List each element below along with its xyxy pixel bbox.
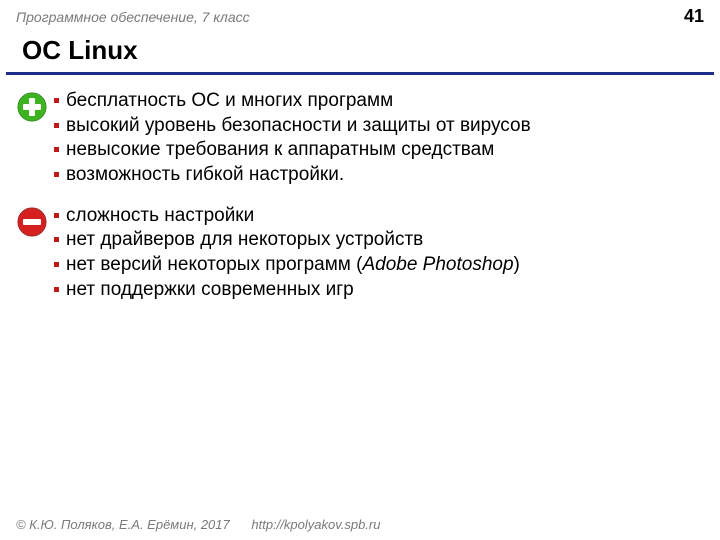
footer: © К.Ю. Поляков, Е.А. Ерёмин, 2017 http:/… bbox=[16, 517, 380, 532]
cons-block: сложность настройки нет драйверов для не… bbox=[0, 204, 720, 303]
footer-link: http://kpolyakov.spb.ru bbox=[251, 517, 380, 532]
list-item: сложность настройки bbox=[54, 204, 704, 229]
list-item: возможность гибкой настройки. bbox=[54, 163, 704, 188]
page-number: 41 bbox=[684, 6, 704, 27]
list-item: нет версий некоторых программ (Adobe Pho… bbox=[54, 253, 704, 278]
pros-list: бесплатность ОС и многих программ высоки… bbox=[54, 89, 704, 188]
cons-list: сложность настройки нет драйверов для не… bbox=[54, 204, 704, 303]
copyright: © К.Ю. Поляков, Е.А. Ерёмин, 2017 bbox=[16, 517, 230, 532]
pros-block: бесплатность ОС и многих программ высоки… bbox=[0, 89, 720, 188]
plus-icon bbox=[16, 89, 54, 128]
list-item: нет поддержки современных игр bbox=[54, 278, 704, 303]
page-title: ОС Linux bbox=[6, 31, 714, 75]
course-label: Программное обеспечение, 7 класс bbox=[16, 9, 250, 25]
list-item: невысокие требования к аппаратным средст… bbox=[54, 138, 704, 163]
list-item: бесплатность ОС и многих программ bbox=[54, 89, 704, 114]
header-bar: Программное обеспечение, 7 класс 41 bbox=[0, 0, 720, 31]
minus-icon bbox=[16, 204, 54, 243]
list-item: нет драйверов для некоторых устройств bbox=[54, 228, 704, 253]
list-item: высокий уровень безопасности и защиты от… bbox=[54, 114, 704, 139]
